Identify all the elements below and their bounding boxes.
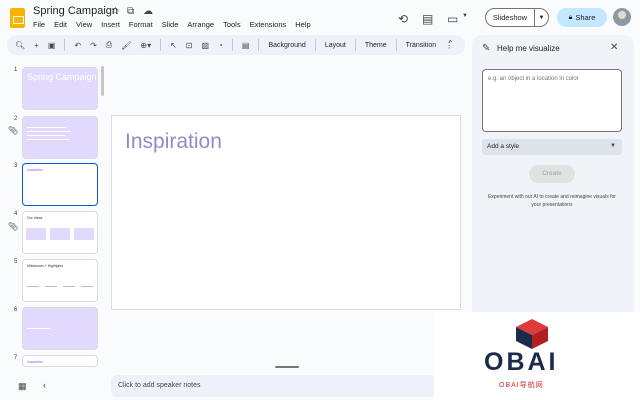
panel-info-text: Experiment with our AI to create and rei…	[488, 194, 616, 208]
watermark-brand: OBAI	[484, 348, 559, 376]
pencil-sparkle-icon: ✎	[482, 43, 491, 54]
menu-view[interactable]: View	[76, 20, 92, 29]
toolbar-divider	[354, 39, 356, 51]
chevron-up-icon[interactable]: ⌃	[447, 39, 454, 48]
prompt-input[interactable]	[482, 69, 622, 132]
image-icon[interactable]: ▨	[201, 41, 209, 50]
toolbar-divider	[160, 39, 162, 51]
slide-thumbnail-4[interactable]: Our Ideas	[22, 211, 98, 254]
toolbar-divider	[314, 39, 316, 51]
cloud-icon[interactable]: ☁	[143, 6, 153, 17]
cube-logo-icon	[516, 319, 548, 349]
star-icon[interactable]: ☆	[111, 6, 120, 17]
move-icon[interactable]: ⧉	[127, 6, 134, 17]
menu-arrange[interactable]: Arrange	[187, 20, 214, 29]
attachment-icon: 📎︎	[8, 222, 19, 231]
chevron-left-icon[interactable]: ‹	[43, 380, 46, 390]
paint-format-icon[interactable]: 🖌︎	[121, 41, 131, 50]
lock-icon: 🔒︎	[568, 13, 573, 21]
select-icon[interactable]: ↖	[170, 41, 177, 50]
slide-number: 2	[14, 116, 18, 122]
notes-resize-handle[interactable]	[275, 366, 299, 368]
create-button[interactable]: Create	[529, 165, 575, 183]
menu-format[interactable]: Format	[129, 20, 153, 29]
share-label: Share	[575, 13, 596, 22]
attachment-icon: 📎︎	[8, 126, 19, 135]
slide-thumbnail-2[interactable]	[22, 116, 98, 159]
slide-thumbnail-5[interactable]: Milestones + Highlights	[22, 259, 98, 302]
grid-view-icon[interactable]: ▦	[18, 381, 27, 392]
chevron-down-icon[interactable]: ▼	[462, 13, 468, 19]
panel-title: Help me visualize	[497, 44, 560, 53]
chevron-down-icon[interactable]: ▼	[535, 15, 548, 21]
close-icon[interactable]: ✕	[610, 42, 618, 53]
thumbnail-title: Inspiration	[27, 360, 44, 364]
watermark-subtitle: OBAI导航网	[499, 382, 544, 389]
redo-icon[interactable]: ↷	[90, 41, 97, 50]
search-icon[interactable]: 🔍︎	[15, 41, 25, 50]
share-button[interactable]: 🔒︎ Share	[557, 8, 607, 27]
slide-thumbnail-1[interactable]: Spring Campaign	[22, 67, 98, 110]
slide-number: 3	[14, 163, 18, 169]
slide-thumbnail-3[interactable]: Inspiration	[22, 163, 98, 206]
filmstrip-scrollbar[interactable]	[101, 66, 104, 96]
slide-number: 4	[14, 211, 18, 217]
thumbnail-title: Milestones + Highlights	[27, 264, 64, 268]
new-slide-icon[interactable]: ▣	[48, 41, 56, 50]
shape-icon[interactable]: ◔	[218, 41, 223, 50]
style-dropdown[interactable]: Add a style	[482, 139, 622, 155]
menu-edit[interactable]: Edit	[54, 20, 67, 29]
thumbnail-title: Our Ideas	[27, 216, 43, 220]
add-icon[interactable]: +	[34, 41, 39, 50]
slide-number: 1	[14, 67, 18, 73]
comment-add-icon[interactable]: ▤	[242, 41, 250, 50]
transition-button[interactable]: Transition	[406, 42, 436, 49]
slide-thumbnail-7[interactable]: Inspiration	[22, 355, 98, 367]
menu-file[interactable]: File	[33, 20, 45, 29]
toolbar-divider	[231, 39, 233, 51]
history-icon[interactable]: ⟲	[398, 12, 408, 26]
speaker-notes-placeholder[interactable]: Click to add speaker notes	[118, 382, 201, 389]
slides-logo-icon[interactable]	[10, 8, 25, 28]
background-button[interactable]: Background	[268, 42, 305, 49]
menu-tools[interactable]: Tools	[223, 20, 241, 29]
menu-slide[interactable]: Slide	[162, 20, 179, 29]
document-title[interactable]: Spring Campaign	[33, 5, 118, 17]
slide-number: 6	[14, 307, 18, 313]
caret-down-icon[interactable]: ▼	[610, 143, 616, 149]
toolbar: 🔍︎ + ▣ ↶ ↷ ⎙ 🖌︎ ⊕▾ ↖ ⊡ ▨ ◔ ▤ Background …	[7, 35, 465, 55]
layout-button[interactable]: Layout	[325, 42, 346, 49]
slideshow-button[interactable]: Slideshow ▼	[485, 8, 549, 27]
slideshow-label[interactable]: Slideshow	[486, 9, 535, 26]
slide-number: 5	[14, 259, 18, 265]
thumbnail-title: Inspiration	[27, 168, 44, 172]
slide-number: 7	[14, 355, 18, 361]
zoom-icon[interactable]: ⊕▾	[140, 41, 151, 50]
menu-insert[interactable]: Insert	[101, 20, 120, 29]
menu-help[interactable]: Help	[295, 20, 310, 29]
menu-bar: File Edit View Insert Format Slide Arran…	[33, 20, 311, 29]
avatar[interactable]	[613, 8, 631, 26]
thumbnail-title: Spring Campaign	[27, 72, 97, 82]
undo-icon[interactable]: ↶	[74, 41, 81, 50]
toolbar-divider	[64, 39, 66, 51]
text-box-icon[interactable]: ⊡	[186, 41, 193, 50]
comment-icon[interactable]: ▤	[422, 12, 433, 26]
video-icon[interactable]: ▭	[447, 12, 458, 26]
toolbar-divider	[258, 39, 260, 51]
menu-extensions[interactable]: Extensions	[250, 20, 287, 29]
theme-button[interactable]: Theme	[365, 42, 387, 49]
toolbar-divider	[395, 39, 397, 51]
slide-thumbnail-6[interactable]	[22, 307, 98, 350]
print-icon[interactable]: ⎙	[106, 40, 112, 50]
slide-title[interactable]: Inspiration	[125, 130, 222, 154]
